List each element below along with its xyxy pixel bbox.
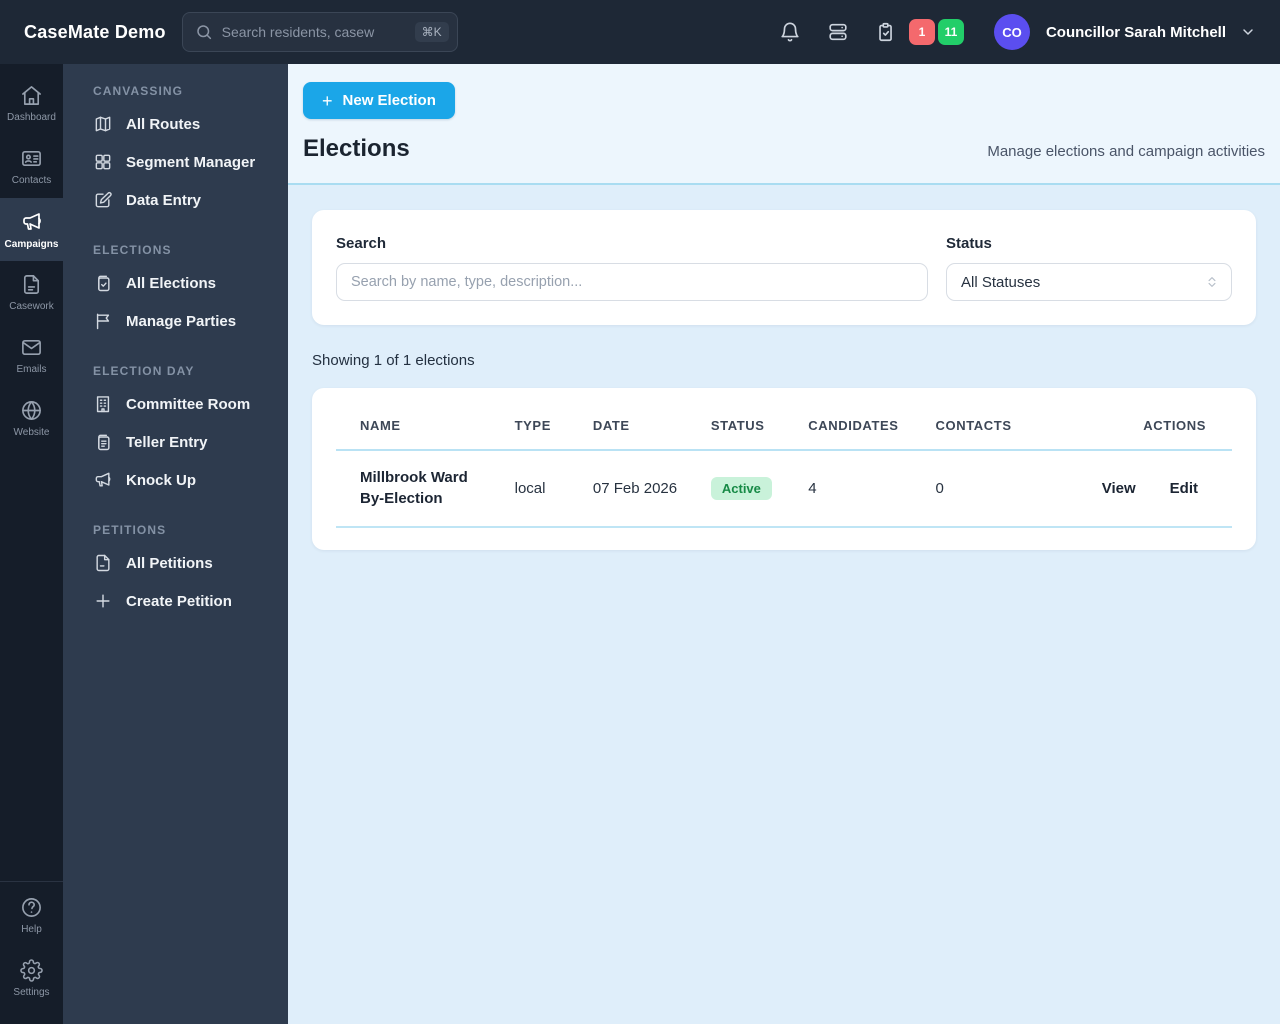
- plus-icon: +: [322, 90, 333, 111]
- global-search-input[interactable]: [221, 24, 415, 40]
- building-icon: [96, 396, 110, 413]
- chevron-down-icon[interactable]: [1240, 24, 1256, 40]
- elections-table-card: NAME TYPE DATE STATUS CANDIDATES CONTACT…: [312, 388, 1256, 551]
- search-icon: [196, 25, 211, 40]
- home-icon: [22, 86, 41, 105]
- sidebar-item-all-petitions[interactable]: All Petitions: [93, 544, 288, 582]
- sidebar-item-all-routes[interactable]: All Routes: [93, 105, 288, 143]
- page-title: Elections: [303, 135, 410, 162]
- column-header-contacts: CONTACTS: [911, 398, 1078, 451]
- column-header-status: STATUS: [686, 398, 785, 451]
- search-shortcut-badge: ⌘K: [414, 22, 449, 42]
- server-icon[interactable]: [827, 21, 849, 43]
- sidebar-item-website[interactable]: Website: [0, 387, 63, 450]
- section-heading-elections: ELECTIONS: [93, 243, 172, 257]
- map-icon: [95, 116, 111, 132]
- task-count-badge[interactable]: 11: [937, 19, 964, 45]
- results-summary: Showing 1 of 1 elections: [312, 352, 475, 369]
- sidebar-item-contacts[interactable]: Contacts: [0, 135, 63, 198]
- clipboard-check-icon[interactable]: [875, 21, 897, 43]
- status-select-value: All Statuses: [961, 273, 1041, 291]
- sidebar-item-teller-entry[interactable]: Teller Entry: [93, 423, 288, 461]
- topbar: CaseMate Demo ⌘K 1 11 CO Councillor Sara…: [0, 0, 1280, 64]
- app-title: CaseMate Demo: [24, 21, 166, 42]
- column-header-name: NAME: [336, 398, 491, 451]
- section-heading-election-day: ELECTION DAY: [93, 364, 195, 378]
- sidebar-item-casework[interactable]: Casework: [0, 261, 63, 324]
- help-icon: [22, 898, 41, 917]
- user-name: Councillor Sarah Mitchell: [1045, 23, 1226, 41]
- column-header-date: DATE: [568, 398, 687, 451]
- column-header-candidates: CANDIDATES: [784, 398, 912, 451]
- primary-nav-rail: Dashboard Contacts Campaigns Casework Em…: [0, 64, 63, 1024]
- filters-card: Search Status All Statuses: [312, 210, 1256, 325]
- election-search-input[interactable]: [336, 263, 928, 301]
- megaphone-icon: [95, 472, 111, 487]
- sidebar-item-data-entry[interactable]: Data Entry: [93, 181, 288, 219]
- pencil-square-icon: [95, 191, 112, 208]
- search-filter-label: Search: [336, 235, 387, 252]
- contact-card-icon: [22, 150, 41, 167]
- notifications-bell-icon[interactable]: [779, 21, 801, 43]
- view-link[interactable]: View: [1102, 480, 1136, 497]
- sidebar-item-campaigns[interactable]: Campaigns: [0, 198, 63, 261]
- sidebar-item-create-petition[interactable]: Create Petition: [93, 582, 288, 620]
- column-header-type: TYPE: [490, 398, 569, 451]
- table-header-row: NAME TYPE DATE STATUS CANDIDATES CONTACT…: [336, 398, 1232, 451]
- document-icon: [23, 275, 40, 294]
- grid-icon: [95, 154, 111, 170]
- document-icon: [96, 554, 110, 572]
- campaigns-sidebar: CANVASSING All Routes Segment Manager Da…: [63, 64, 288, 1024]
- plus-icon: [96, 594, 110, 608]
- global-search[interactable]: ⌘K: [181, 12, 458, 52]
- page-header: + New Election Elections Manage election…: [288, 64, 1280, 185]
- sidebar-item-dashboard[interactable]: Dashboard: [0, 72, 63, 135]
- sidebar-item-committee-room[interactable]: Committee Room: [93, 385, 288, 423]
- clipboard-check-icon: [98, 275, 110, 292]
- sidebar-item-help[interactable]: Help: [0, 884, 63, 947]
- edit-link[interactable]: Edit: [1170, 480, 1198, 497]
- status-filter-label: Status: [946, 235, 992, 252]
- globe-icon: [22, 401, 41, 420]
- gear-icon: [20, 959, 43, 982]
- sidebar-item-manage-parties[interactable]: Manage Parties: [93, 302, 288, 340]
- election-date: 07 Feb 2026: [568, 450, 687, 529]
- alert-count-badge[interactable]: 1: [908, 19, 935, 45]
- clipboard-list-icon: [98, 434, 110, 451]
- election-type: local: [490, 450, 569, 529]
- sidebar-item-segment-manager[interactable]: Segment Manager: [93, 143, 288, 181]
- new-election-button[interactable]: + New Election: [303, 82, 455, 119]
- main-content: + New Election Elections Manage election…: [288, 64, 1280, 1024]
- elections-table: NAME TYPE DATE STATUS CANDIDATES CONTACT…: [336, 398, 1232, 529]
- sidebar-item-knock-up[interactable]: Knock Up: [93, 461, 288, 499]
- flag-icon: [96, 313, 110, 330]
- sidebar-item-all-elections[interactable]: All Elections: [93, 264, 288, 302]
- sidebar-item-emails[interactable]: Emails: [0, 324, 63, 387]
- status-select[interactable]: All Statuses: [946, 263, 1232, 301]
- election-contacts-count: 0: [911, 450, 1078, 529]
- select-chevrons-icon: [1208, 277, 1216, 287]
- section-heading-petitions: PETITIONS: [93, 523, 167, 537]
- status-badge: Active: [710, 477, 772, 501]
- section-heading-canvassing: CANVASSING: [93, 84, 184, 98]
- envelope-icon: [22, 339, 41, 356]
- election-candidates-count: 4: [784, 450, 912, 529]
- page-subtitle: Manage elections and campaign activities: [987, 143, 1265, 160]
- election-name: Millbrook Ward By-Election: [360, 469, 468, 507]
- avatar[interactable]: CO: [993, 14, 1030, 50]
- table-row: Millbrook Ward By-Election local 07 Feb …: [336, 450, 1232, 529]
- megaphone-icon: [22, 212, 41, 230]
- column-header-actions: ACTIONS: [1077, 398, 1232, 451]
- sidebar-item-settings[interactable]: Settings: [0, 947, 63, 1010]
